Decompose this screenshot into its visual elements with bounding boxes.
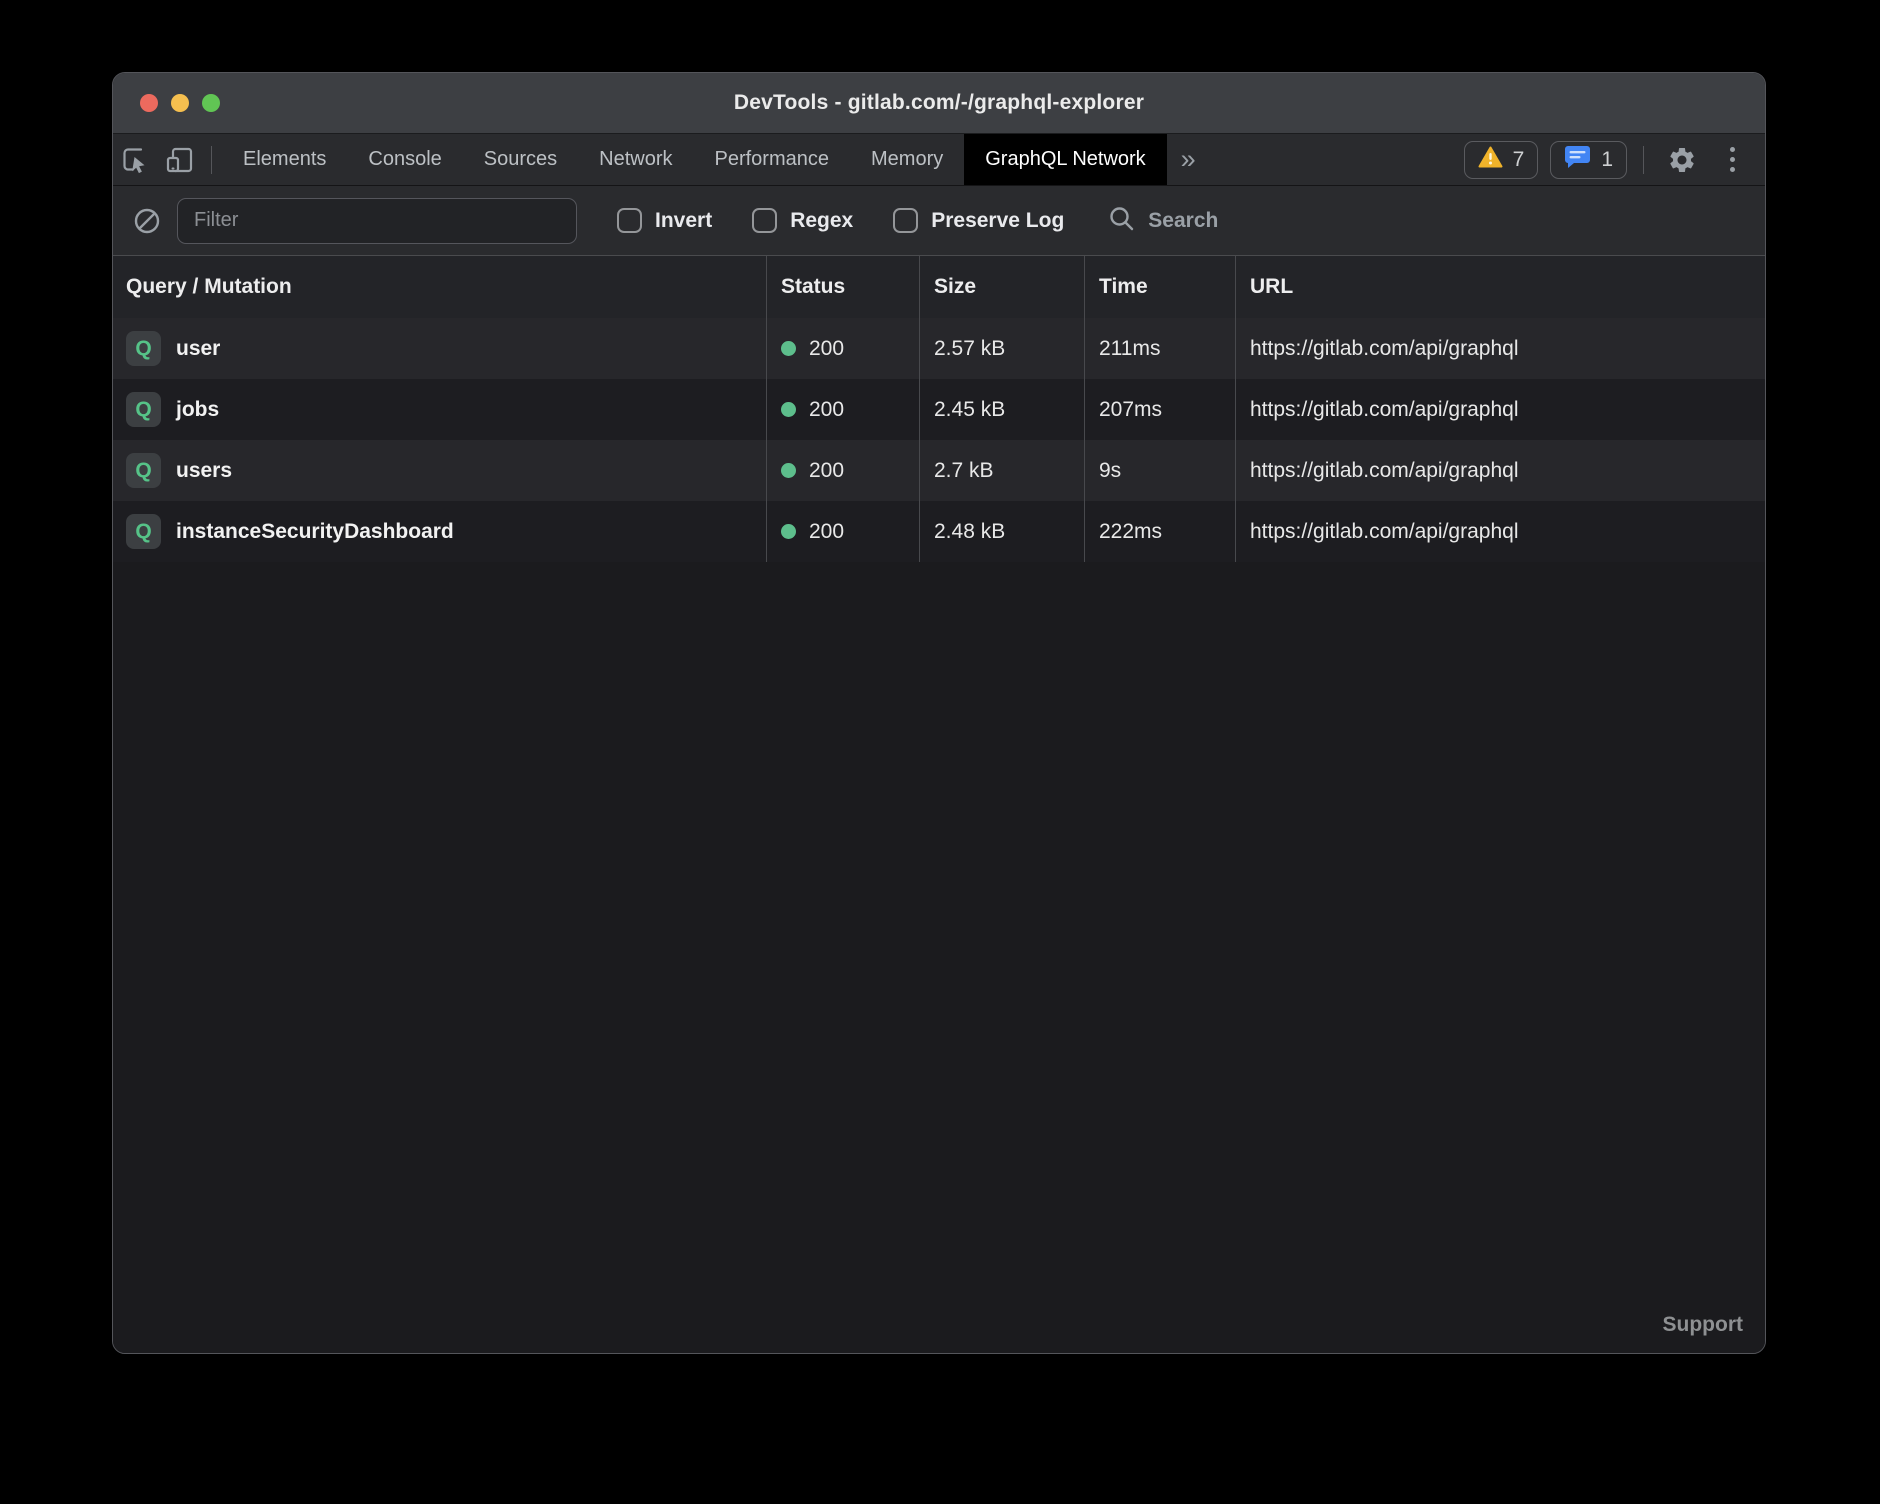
table-header: Query / Mutation Status Size Time URL [113,256,1765,318]
column-header-status[interactable]: Status [766,256,919,318]
checkbox-box[interactable] [752,208,777,233]
status-dot [781,463,796,478]
size-value: 2.48 kB [919,501,1084,562]
table-row[interactable]: Q instanceSecurityDashboard 200 2.48 kB … [113,501,1765,562]
time-value: 9s [1084,440,1235,501]
size-value: 2.45 kB [919,379,1084,440]
search-button[interactable]: Search [1108,205,1218,237]
column-header-size[interactable]: Size [919,256,1084,318]
settings-button[interactable] [1660,145,1704,175]
regex-checkbox[interactable]: Regex [752,208,853,233]
tab-console[interactable]: Console [347,134,462,185]
url-value: https://gitlab.com/api/graphql [1235,440,1765,501]
status-dot [781,402,796,417]
query-name: users [176,459,232,483]
search-icon [1108,205,1135,237]
inspect-element-button[interactable] [113,134,157,185]
title-bar: DevTools - gitlab.com/-/graphql-explorer [113,73,1765,134]
time-value: 207ms [1084,379,1235,440]
column-header-query-mutation[interactable]: Query / Mutation [113,256,766,318]
status-dot [781,341,796,356]
toolbar-separator [1643,146,1644,174]
window-title: DevTools - gitlab.com/-/graphql-explorer [734,91,1144,115]
size-value: 2.57 kB [919,318,1084,379]
checkbox-box[interactable] [617,208,642,233]
warning-count: 7 [1513,148,1525,172]
warnings-badge[interactable]: 7 [1464,141,1539,179]
clear-block-icon[interactable] [133,207,161,235]
warning-icon [1478,146,1503,173]
search-label: Search [1148,209,1218,233]
status-code: 200 [809,398,844,422]
issues-count: 1 [1601,148,1613,172]
column-header-time[interactable]: Time [1084,256,1235,318]
more-options-kebab-icon[interactable] [1716,147,1749,172]
checkbox-label: Regex [790,209,853,233]
more-tabs-chevron-icon[interactable]: » [1167,134,1210,185]
gear-icon [1667,145,1697,175]
table-row[interactable]: Q user 200 2.57 kB 211ms https://gitlab.… [113,318,1765,379]
devtools-window: DevTools - gitlab.com/-/graphql-explorer [112,72,1766,1354]
inspect-cursor-icon [121,146,149,174]
time-value: 222ms [1084,501,1235,562]
device-toolbar-icon [164,145,194,175]
status-code: 200 [809,337,844,361]
url-value: https://gitlab.com/api/graphql [1235,501,1765,562]
table-row[interactable]: Q jobs 200 2.45 kB 207ms https://gitlab.… [113,379,1765,440]
tab-performance[interactable]: Performance [694,134,851,185]
support-link[interactable]: Support [1663,1313,1743,1337]
query-name: jobs [176,398,219,422]
filter-input[interactable] [177,198,577,244]
toolbar-separator [211,146,212,174]
issues-badge[interactable]: 1 [1550,141,1627,179]
query-type-badge: Q [126,392,161,427]
query-type-badge: Q [126,453,161,488]
filter-toolbar: Invert Regex Preserve Log Search [113,186,1765,256]
traffic-lights [140,73,220,133]
message-bubble-icon [1564,145,1591,174]
tab-elements[interactable]: Elements [222,134,347,185]
status-code: 200 [809,459,844,483]
empty-content-area: Support [113,562,1765,1353]
query-name: user [176,337,220,361]
devtools-tab-bar: Elements Console Sources Network Perform… [113,134,1765,186]
query-name: instanceSecurityDashboard [176,520,454,544]
zoom-window-button[interactable] [202,94,220,112]
status-code: 200 [809,520,844,544]
table-row[interactable]: Q users 200 2.7 kB 9s https://gitlab.com… [113,440,1765,501]
tab-network[interactable]: Network [578,134,693,185]
size-value: 2.7 kB [919,440,1084,501]
checkbox-box[interactable] [893,208,918,233]
tab-sources[interactable]: Sources [463,134,578,185]
close-window-button[interactable] [140,94,158,112]
invert-checkbox[interactable]: Invert [617,208,712,233]
toggle-device-toolbar-button[interactable] [157,134,201,185]
column-header-url[interactable]: URL [1235,256,1765,318]
url-value: https://gitlab.com/api/graphql [1235,379,1765,440]
tabbar-right-controls: 7 1 [1464,134,1765,185]
tab-memory[interactable]: Memory [850,134,964,185]
url-value: https://gitlab.com/api/graphql [1235,318,1765,379]
tab-graphql-network[interactable]: GraphQL Network [964,134,1166,185]
minimize-window-button[interactable] [171,94,189,112]
status-dot [781,524,796,539]
time-value: 211ms [1084,318,1235,379]
checkbox-label: Preserve Log [931,209,1064,233]
checkbox-label: Invert [655,209,712,233]
query-type-badge: Q [126,514,161,549]
query-type-badge: Q [126,331,161,366]
preserve-log-checkbox[interactable]: Preserve Log [893,208,1064,233]
